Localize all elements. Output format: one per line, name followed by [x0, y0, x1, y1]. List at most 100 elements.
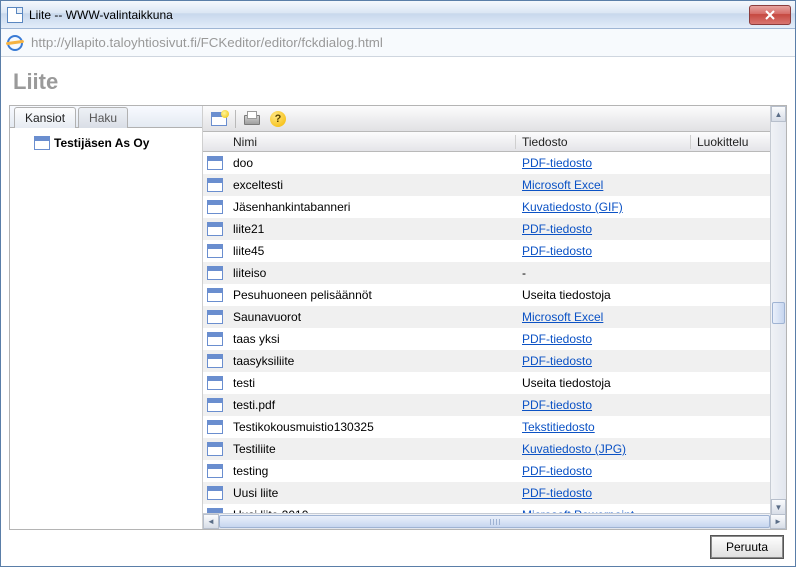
- vertical-scrollbar[interactable]: ▲ ▼: [770, 106, 786, 515]
- close-button[interactable]: [749, 5, 791, 25]
- folder-tree: Testijäsen As Oy: [10, 128, 202, 158]
- cell-file: PDF-tiedosto: [516, 244, 691, 258]
- card-icon: [34, 136, 50, 150]
- row-icon: [203, 376, 227, 390]
- tree-root[interactable]: Testijäsen As Oy: [16, 136, 196, 150]
- table-row[interactable]: Testikokousmuistio130325 Tekstitiedosto: [203, 416, 786, 438]
- file-link[interactable]: PDF-tiedosto: [522, 464, 592, 478]
- cell-name: testi: [227, 376, 516, 390]
- scroll-left-button[interactable]: ◄: [203, 514, 219, 529]
- cell-file: PDF-tiedosto: [516, 222, 691, 236]
- new-item-icon: [211, 112, 227, 126]
- scroll-right-button[interactable]: ►: [770, 514, 786, 529]
- hscroll-track[interactable]: [219, 514, 770, 529]
- print-button[interactable]: [242, 109, 262, 129]
- table-header: Nimi Tiedosto Luokittelu: [203, 132, 786, 152]
- file-text: Useita tiedostoja: [522, 376, 611, 390]
- new-item-button[interactable]: [209, 109, 229, 129]
- scroll-down-button[interactable]: ▼: [771, 499, 786, 515]
- col-header-file[interactable]: Tiedosto: [516, 135, 691, 149]
- file-text: -: [522, 266, 526, 280]
- table-row[interactable]: testi.pdfPDF-tiedosto: [203, 394, 786, 416]
- table-row[interactable]: liiteiso-: [203, 262, 786, 284]
- help-icon: [270, 111, 286, 127]
- row-icon: [203, 354, 227, 368]
- card-icon: [207, 398, 223, 412]
- card-icon: [207, 332, 223, 346]
- cell-file: PDF-tiedosto: [516, 486, 691, 500]
- sidebar: Kansiot Haku Testijäsen As Oy: [10, 106, 203, 529]
- cancel-button[interactable]: Peruuta: [711, 536, 783, 558]
- row-icon: [203, 398, 227, 412]
- row-icon: [203, 244, 227, 258]
- card-icon: [207, 244, 223, 258]
- table-row[interactable]: doo PDF-tiedosto: [203, 152, 786, 174]
- file-link[interactable]: PDF-tiedosto: [522, 486, 592, 500]
- vscroll-thumb[interactable]: [772, 302, 785, 324]
- table-row[interactable]: exceltesti Microsoft Excel: [203, 174, 786, 196]
- file-link[interactable]: Tekstitiedosto: [522, 420, 595, 434]
- file-link[interactable]: PDF-tiedosto: [522, 244, 592, 258]
- cell-name: liiteiso: [227, 266, 516, 280]
- file-link[interactable]: Kuvatiedosto (JPG): [522, 442, 626, 456]
- cell-name: Jäsenhankintabanneri: [227, 200, 516, 214]
- cell-file: Useita tiedostoja: [516, 288, 691, 302]
- table-row[interactable]: Pesuhuoneen pelisäännötUseita tiedostoja: [203, 284, 786, 306]
- row-icon: [203, 222, 227, 236]
- file-link[interactable]: Microsoft Excel: [522, 178, 603, 192]
- cell-name: Testikokousmuistio130325: [227, 420, 516, 434]
- table-row[interactable]: liite21PDF-tiedosto: [203, 218, 786, 240]
- card-icon: [207, 200, 223, 214]
- file-link[interactable]: Kuvatiedosto (GIF): [522, 200, 623, 214]
- table-row[interactable]: Uusi liite 2010Microsoft Powerpoint: [203, 504, 786, 513]
- table-row[interactable]: taasyksiliitePDF-tiedosto: [203, 350, 786, 372]
- file-link[interactable]: Microsoft Excel: [522, 310, 603, 324]
- window-title: Liite -- WWW-valintaikkuna: [29, 8, 749, 22]
- tab-folders[interactable]: Kansiot: [14, 107, 76, 128]
- row-icon: [203, 486, 227, 500]
- cell-file: Useita tiedostoja: [516, 376, 691, 390]
- titlebar[interactable]: Liite -- WWW-valintaikkuna: [1, 1, 795, 29]
- table-body: doo PDF-tiedosto exceltesti Microsoft Excel…: [203, 152, 786, 513]
- card-icon: [207, 266, 223, 280]
- col-header-name[interactable]: Nimi: [227, 135, 516, 149]
- file-link[interactable]: PDF-tiedosto: [522, 156, 592, 170]
- table-row[interactable]: liite45PDF-tiedosto: [203, 240, 786, 262]
- cell-name: Uusi liite: [227, 486, 516, 500]
- row-icon: [203, 266, 227, 280]
- file-link[interactable]: PDF-tiedosto: [522, 354, 592, 368]
- cell-file: Microsoft Excel: [516, 178, 691, 192]
- table-row[interactable]: testing PDF-tiedosto: [203, 460, 786, 482]
- row-icon: [203, 464, 227, 478]
- file-link[interactable]: PDF-tiedosto: [522, 332, 592, 346]
- cell-file: PDF-tiedosto: [516, 354, 691, 368]
- tab-search[interactable]: Haku: [78, 107, 128, 128]
- cell-name: doo: [227, 156, 516, 170]
- toolbar: [203, 106, 786, 132]
- file-text: Useita tiedostoja: [522, 288, 611, 302]
- cell-file: PDF-tiedosto: [516, 332, 691, 346]
- scroll-up-button[interactable]: ▲: [771, 106, 786, 122]
- file-link[interactable]: PDF-tiedosto: [522, 398, 592, 412]
- cell-file: Tekstitiedosto: [516, 420, 691, 434]
- table-row[interactable]: taas yksiPDF-tiedosto: [203, 328, 786, 350]
- table-row[interactable]: Uusi liite PDF-tiedosto: [203, 482, 786, 504]
- table-row[interactable]: SaunavuorotMicrosoft Excel: [203, 306, 786, 328]
- row-icon: [203, 310, 227, 324]
- table-row[interactable]: TestiliiteKuvatiedosto (JPG): [203, 438, 786, 460]
- file-link[interactable]: PDF-tiedosto: [522, 222, 592, 236]
- hscroll-thumb[interactable]: [219, 515, 770, 528]
- cell-name: testing: [227, 464, 516, 478]
- row-icon: [203, 442, 227, 456]
- page-icon: [7, 7, 23, 23]
- table-row[interactable]: testi Useita tiedostoja: [203, 372, 786, 394]
- help-button[interactable]: [268, 109, 288, 129]
- tree-connector-icon: [16, 136, 30, 150]
- horizontal-scrollbar[interactable]: ◄ ►: [203, 513, 786, 529]
- sidebar-tabs: Kansiot Haku: [10, 106, 202, 128]
- tree-root-label: Testijäsen As Oy: [54, 136, 149, 150]
- cell-name: exceltesti: [227, 178, 516, 192]
- cell-file: Kuvatiedosto (GIF): [516, 200, 691, 214]
- address-input[interactable]: [29, 32, 789, 54]
- table-row[interactable]: Jäsenhankintabanneri Kuvatiedosto (GIF): [203, 196, 786, 218]
